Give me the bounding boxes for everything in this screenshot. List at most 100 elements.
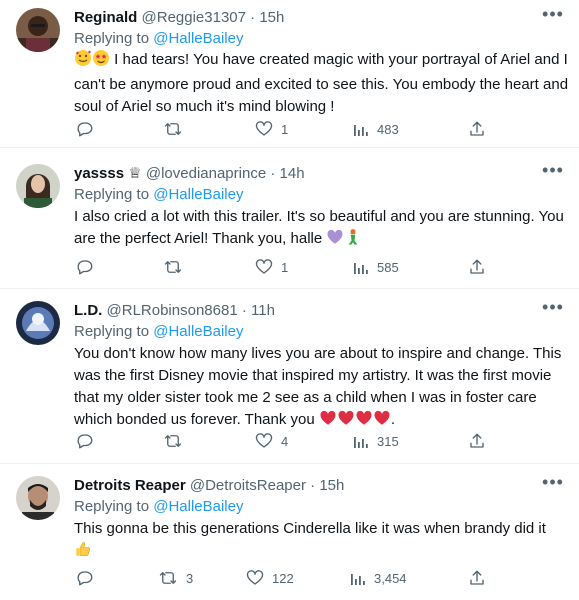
views-icon: [354, 125, 368, 136]
reply-icon: [77, 571, 93, 586]
tweet[interactable]: yassss ♕ @lovedianaprince · 14h ••• Repl…: [0, 148, 579, 289]
display-name[interactable]: Detroits Reaper: [74, 477, 186, 494]
timestamp[interactable]: 14h: [280, 165, 305, 182]
tweet-text: This gonna be this generations Cinderell…: [74, 518, 569, 565]
mention-link[interactable]: @HalleBailey: [153, 498, 243, 515]
view-count: 3,454: [374, 570, 407, 586]
heart-icon: [255, 433, 273, 448]
views-button[interactable]: 315: [353, 431, 399, 451]
tweet[interactable]: Detroits Reaper @DetroitsReaper · 15h ••…: [0, 464, 579, 600]
retweet-button[interactable]: [163, 257, 191, 277]
views-button[interactable]: 3,454: [350, 568, 407, 588]
smiling-face-hearts-emoji: [74, 49, 92, 74]
tweet-body-text: I had tears! You have created magic with…: [74, 51, 569, 115]
action-bar: 4 315: [70, 431, 490, 451]
reply-icon: [77, 260, 93, 275]
like-count: 4: [281, 433, 289, 449]
mention-link[interactable]: @HalleBailey: [153, 323, 243, 340]
tweet-text: I had tears! You have created magic with…: [74, 49, 569, 118]
timestamp[interactable]: 15h: [259, 9, 284, 26]
views-icon: [351, 574, 365, 585]
tweet-body-text: You don't know how many lives you are ab…: [74, 345, 562, 428]
avatar[interactable]: [16, 164, 60, 208]
heart-icon: [246, 570, 264, 585]
like-count: 122: [272, 570, 294, 586]
share-icon: [470, 570, 484, 585]
tweet-header: yassss ♕ @lovedianaprince · 14h: [74, 164, 539, 184]
display-name[interactable]: yassss ♕: [74, 165, 142, 182]
retweet-button[interactable]: [163, 119, 191, 139]
retweet-button[interactable]: 3: [158, 568, 193, 588]
reply-button[interactable]: [76, 568, 102, 588]
replying-to: Replying to @HalleBailey: [74, 322, 243, 342]
share-button[interactable]: [468, 568, 486, 588]
user-handle[interactable]: @RLRobinson8681: [107, 302, 238, 319]
display-name[interactable]: Reginald: [74, 9, 137, 26]
tweet-header: L.D. @RLRobinson8681 · 11h: [74, 301, 539, 321]
retweet-icon: [164, 435, 182, 447]
separator: ·: [241, 302, 247, 319]
avatar[interactable]: [16, 301, 60, 345]
reply-icon: [77, 434, 93, 449]
share-button[interactable]: [468, 257, 486, 277]
views-icon: [354, 437, 368, 448]
display-name[interactable]: L.D.: [74, 302, 102, 319]
retweet-count: 3: [186, 570, 194, 586]
action-bar: 1 483: [70, 119, 490, 139]
retweet-icon: [164, 123, 182, 135]
avatar[interactable]: [16, 476, 60, 520]
reply-button[interactable]: [76, 119, 102, 139]
action-bar: 3 122 3,454: [70, 568, 490, 588]
timestamp[interactable]: 11h: [251, 302, 275, 319]
replying-to: Replying to @HalleBailey: [74, 497, 243, 517]
view-count: 585: [377, 259, 399, 275]
user-handle[interactable]: @Reggie31307: [142, 9, 246, 26]
more-options-icon[interactable]: •••: [541, 298, 565, 321]
replying-to-label: Replying to: [74, 186, 150, 203]
heart-icon: [255, 121, 273, 136]
tweet-body-text: I also cried a lot with this trailer. It…: [74, 208, 564, 247]
thumbs-up-emoji: [74, 540, 92, 565]
separator: ·: [310, 477, 316, 494]
retweet-button[interactable]: [163, 431, 191, 451]
share-button[interactable]: [468, 431, 486, 451]
reply-button[interactable]: [76, 431, 102, 451]
views-button[interactable]: 585: [353, 257, 399, 277]
purple-heart-emoji: [326, 228, 344, 253]
tweet-body-text: This gonna be this generations Cinderell…: [74, 520, 546, 537]
reply-button[interactable]: [76, 257, 102, 277]
timestamp[interactable]: 15h: [319, 477, 344, 494]
like-button[interactable]: 122: [246, 568, 294, 588]
tweet-text: I also cried a lot with this trailer. It…: [74, 206, 569, 253]
views-icon: [354, 263, 368, 274]
like-button[interactable]: 4: [255, 431, 288, 451]
more-options-icon[interactable]: •••: [541, 5, 565, 28]
more-options-icon[interactable]: •••: [541, 473, 565, 496]
avatar[interactable]: [16, 8, 60, 52]
retweet-icon: [164, 261, 182, 273]
more-options-icon[interactable]: •••: [541, 161, 565, 184]
retweet-icon: [159, 572, 177, 584]
mention-link[interactable]: @HalleBailey: [153, 30, 243, 47]
tweet-header: Reginald @Reggie31307 · 15h: [74, 8, 539, 28]
tweet[interactable]: L.D. @RLRobinson8681 · 11h ••• Replying …: [0, 289, 579, 464]
views-button[interactable]: 483: [353, 119, 399, 139]
tweet[interactable]: Reginald @Reggie31307 · 15h ••• Replying…: [0, 0, 579, 148]
like-count: 1: [281, 121, 289, 137]
heart-icon: [255, 259, 273, 274]
user-handle[interactable]: @DetroitsReaper: [190, 477, 306, 494]
mention-link[interactable]: @HalleBailey: [153, 186, 243, 203]
user-handle[interactable]: @lovedianaprince: [146, 165, 266, 182]
separator: ·: [270, 165, 276, 182]
tweet-text: You don't know how many lives you are ab…: [74, 343, 569, 434]
crown-emoji: ♕: [128, 165, 142, 182]
replying-to-label: Replying to: [74, 30, 150, 47]
share-button[interactable]: [468, 119, 486, 139]
like-button[interactable]: 1: [255, 119, 288, 139]
like-button[interactable]: 1: [255, 257, 288, 277]
share-icon: [470, 121, 484, 136]
share-icon: [470, 433, 484, 448]
separator: ·: [250, 9, 256, 26]
like-count: 1: [281, 259, 289, 275]
action-bar: 1 585: [70, 257, 490, 277]
